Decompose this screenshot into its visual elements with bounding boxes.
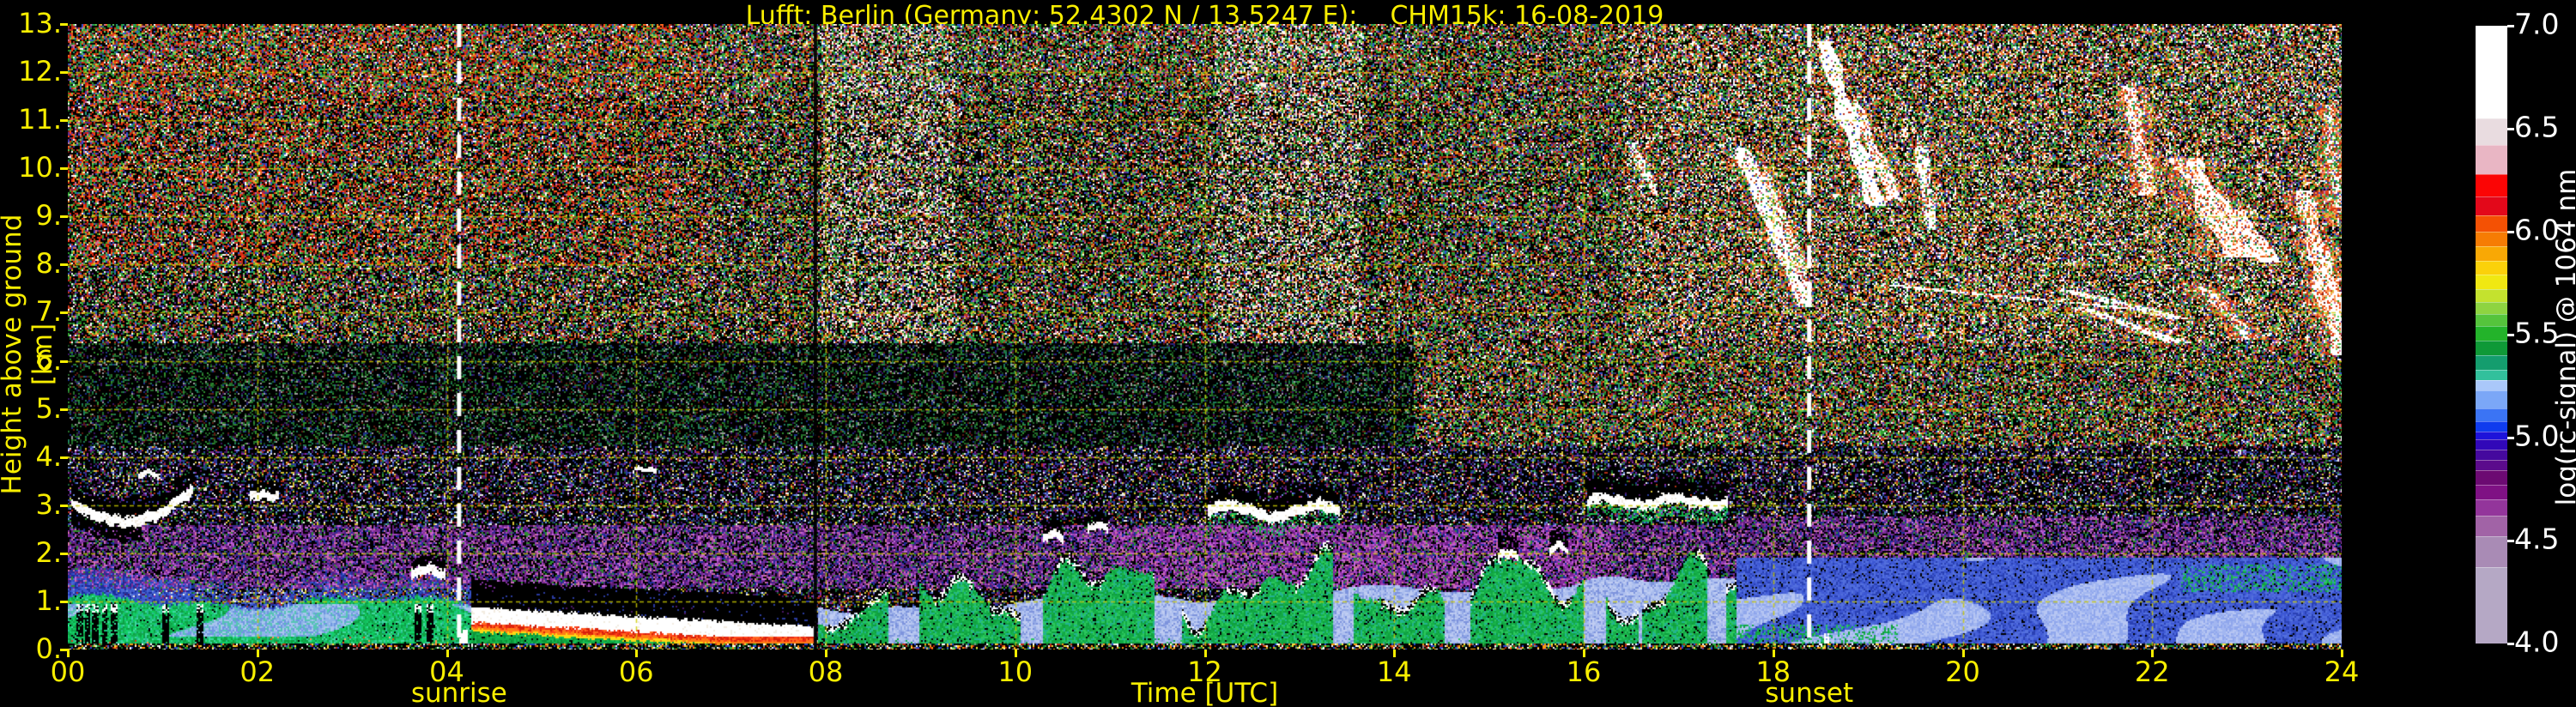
sunrise-label: sunrise (410, 678, 507, 707)
ceilometer-heatmap-canvas (68, 24, 2342, 650)
colorbar-segment (2476, 260, 2507, 275)
x-axis-title: Time [UTC] (1130, 678, 1279, 707)
colorbar-segment (2476, 516, 2507, 537)
colorbar-segment (2476, 355, 2507, 370)
colorbar-segment (2476, 470, 2507, 486)
y-tick-label: 13. (18, 7, 62, 39)
colorbar-segment (2476, 173, 2507, 197)
colorbar-tick (2507, 437, 2514, 439)
colorbar-segment (2476, 379, 2507, 390)
colorbar-segment (2476, 390, 2507, 409)
colorbar-segment (2476, 118, 2507, 146)
colorbar-segment (2476, 145, 2507, 174)
colorbar-tick (2507, 334, 2514, 336)
colorbar-tick (2507, 643, 2514, 645)
colorbar-segment (2476, 275, 2507, 290)
colorbar-segment (2476, 431, 2507, 440)
colorbar-segment (2476, 499, 2507, 517)
x-tick-label: 14 (1376, 656, 1412, 688)
colorbar-tick-label: 7.0 (2514, 7, 2560, 41)
colorbar-segment (2476, 245, 2507, 261)
colorbar (2476, 26, 2507, 644)
x-tick-label: 02 (239, 656, 276, 688)
colorbar-segment (2476, 408, 2507, 421)
y-tick-label: 2. (35, 535, 62, 569)
x-tick-label: 08 (808, 656, 844, 688)
colorbar-tick-label: 4.5 (2514, 522, 2560, 556)
colorbar-segment (2476, 301, 2507, 314)
colorbar-segment (2476, 369, 2507, 380)
x-tick-label: 06 (618, 656, 654, 688)
colorbar-segment (2476, 460, 2507, 471)
colorbar-segment (2476, 289, 2507, 302)
x-tick-label: 16 (1566, 656, 1602, 688)
x-tick-label: 20 (1945, 656, 1980, 688)
colorbar-tick (2507, 25, 2514, 27)
colorbar-segment (2476, 326, 2507, 341)
colorbar-tick (2507, 231, 2514, 233)
colorbar-tick-label: 4.0 (2514, 625, 2560, 659)
colorbar-tick (2507, 540, 2514, 542)
colorbar-segment (2476, 215, 2507, 232)
colorbar-segment (2476, 232, 2507, 246)
colorbar-segment (2476, 314, 2507, 327)
colorbar-tick (2507, 128, 2514, 130)
y-tick-label: 0. (35, 632, 62, 665)
colorbar-segment (2476, 536, 2507, 568)
y-tick-label: 1. (35, 583, 62, 617)
x-tick-label: 22 (2134, 656, 2170, 688)
sunset-label: sunset (1765, 678, 1854, 707)
x-tick-label: 24 (2324, 656, 2360, 688)
colorbar-segment (2476, 485, 2507, 499)
y-tick-label: 10. (18, 151, 62, 184)
y-axis-title: Height above ground [km] (0, 214, 58, 495)
colorbar-segment (2476, 450, 2507, 461)
ceilometer-quicklook: Lufft: Berlin (Germany; 52.4302 N / 13.5… (0, 0, 2576, 707)
y-tick-label: 12. (18, 55, 62, 88)
colorbar-tick-label: 6.5 (2514, 110, 2560, 144)
x-tick-label: 10 (997, 656, 1033, 688)
colorbar-segment (2476, 420, 2507, 432)
colorbar-segment (2476, 26, 2507, 118)
colorbar-segment (2476, 567, 2507, 644)
colorbar-segment (2476, 196, 2507, 215)
y-tick-label: 11. (18, 103, 62, 136)
colorbar-segment (2476, 341, 2507, 355)
colorbar-title: log(rc-signal) @ 1064 nm (2551, 168, 2576, 506)
colorbar-segment (2476, 439, 2507, 450)
